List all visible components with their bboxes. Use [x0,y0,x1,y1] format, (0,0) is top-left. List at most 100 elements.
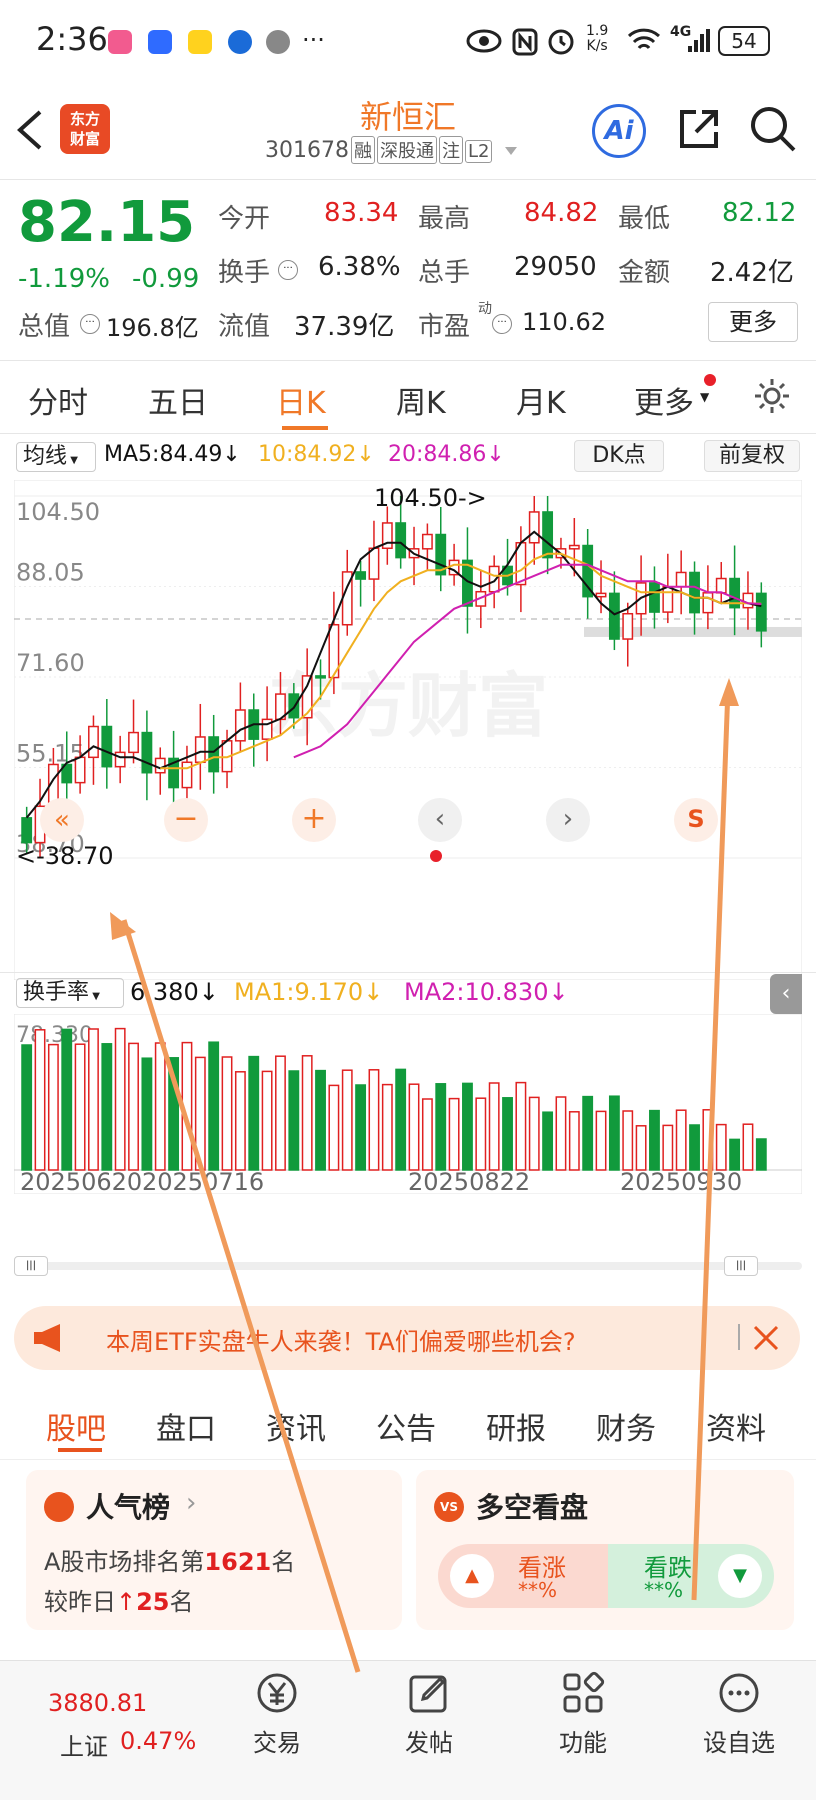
content-tabs: 股吧 盘口 资讯 公告 研报 财务 资料 [0,1390,816,1460]
volume-bar [74,1043,86,1171]
tab-profile[interactable]: 资料 [706,1404,766,1448]
volume-bar [421,1098,433,1171]
ma10-legend: 10:84.92↓ [258,442,375,467]
nav-trade[interactable]: 交易 [222,1671,332,1758]
candle [622,612,634,640]
tab-intraday[interactable]: 分时 [28,378,88,422]
nav-post[interactable]: 发帖 [374,1671,484,1758]
candle [715,577,727,594]
candle [88,725,99,759]
index-change[interactable]: 0.47% [120,1727,196,1755]
app-icon [148,30,172,54]
adjust-mode-button[interactable]: 前复权 [704,440,800,472]
divider [0,360,816,361]
volume-bar [168,1057,180,1171]
mktcap-label: 总值 [18,312,71,342]
volume-bar [301,1055,313,1171]
volume-bar [141,1057,153,1171]
chart-scrollbar[interactable] [14,1262,802,1270]
vol-ma2-legend: MA2:10.830↓ [404,978,569,1006]
scroll-left-button[interactable]: « [40,798,84,842]
tab-monthly-k[interactable]: 月K [516,378,566,422]
dk-point-button[interactable]: DK点 [574,440,664,472]
stock-code-line[interactable]: 301678 融深股通注 L2 [265,136,519,164]
info-icon[interactable]: ··· [492,314,512,334]
bottom-nav: 3880.81 上证 0.47% 交易 发帖 功能 设自选 [0,1660,816,1800]
triangle-down-icon: ▼ [718,1554,762,1598]
reset-view-icon[interactable]: S [674,798,718,842]
nav-add-watchlist[interactable]: 设自选 [684,1671,794,1758]
volume-bar [208,1041,220,1171]
close-icon[interactable] [752,1324,780,1352]
volume-bar [34,1029,46,1171]
volume-bar [47,1043,59,1171]
sentiment-card[interactable]: VS 多空看盘 ▲ 看涨 **% 看跌 **% ▼ [416,1470,794,1630]
volume-bar [649,1109,660,1171]
candle [74,756,86,784]
tab-more[interactable]: 更多 [634,378,694,422]
scroll-handle-right[interactable]: ||| [724,1256,758,1276]
candle [595,592,607,598]
zoom-in-button[interactable]: + [292,798,336,842]
search-icon[interactable] [748,104,798,154]
info-icon[interactable]: ··· [80,314,100,334]
alarm-icon [548,29,574,55]
notice-banner[interactable]: 本周ETF实盘牛人来袭！TA们偏爱哪些机会? [14,1306,800,1370]
bull-button[interactable]: ▲ 看涨 **% [438,1544,608,1608]
tab-guba[interactable]: 股吧 [46,1404,106,1448]
open-label: 今开 [218,204,271,234]
tag-connect: 深股通 [376,136,437,164]
tab-five-day[interactable]: 五日 [148,378,208,422]
index-name[interactable]: 上证 [60,1727,108,1762]
volume-bar [381,1083,393,1171]
indicator-select[interactable]: 换手率 ▼ [16,978,124,1008]
nav-functions[interactable]: 功能 [528,1671,638,1758]
zoom-out-button[interactable]: − [164,798,208,842]
more-quote-button[interactable]: 更多 [708,302,798,342]
change-percent: -1.19% [18,264,110,294]
ranking-icon [44,1492,74,1522]
volume-bar [662,1124,674,1171]
tab-weekly-k[interactable]: 周K [396,378,446,422]
volume-bar [462,1082,473,1171]
tab-financials[interactable]: 财务 [596,1404,656,1448]
tab-announcements[interactable]: 公告 [376,1404,436,1448]
candle [355,571,367,580]
edit-post-icon [409,1675,447,1713]
kline-chart-area[interactable]: 均线 ▼ MA5:84.49↓ 10:84.92↓ 20:84.86↓ DK点 … [0,434,816,1276]
volume-bar [622,1110,634,1171]
info-icon[interactable]: ··· [278,260,298,280]
bear-button[interactable]: 看跌 **% ▼ [608,1544,774,1608]
candle [101,725,113,768]
volume-bar [475,1097,487,1171]
scroll-handle-left[interactable]: ||| [14,1256,48,1276]
next-candle-button[interactable]: › [546,798,590,842]
kline-chart[interactable]: 104.5088.0571.6055.1538.70东方财富104.50-><-… [14,480,802,980]
volume-bar [261,1070,273,1171]
settings-gear-icon[interactable] [752,376,792,416]
index-value[interactable]: 3880.81 [48,1689,147,1717]
ai-button[interactable]: Ai [592,104,646,158]
candle [488,565,500,593]
volume-chart[interactable]: 78.33020250620 20250716 20250822 20250930 [14,1014,802,1194]
ma-select[interactable]: 均线 ▼ [16,442,96,472]
popularity-card[interactable]: 人气榜 › A股市场排名第1621名 较昨日↑25名 [26,1470,402,1630]
volume-bar [488,1082,500,1171]
tab-news[interactable]: 资讯 [266,1404,326,1448]
divider [0,972,816,973]
prev-candle-button[interactable]: ‹ [418,798,462,842]
tag-registered: 注 [438,136,463,164]
volume-bar [395,1068,407,1171]
volume-bar [368,1069,380,1171]
tab-daily-k[interactable]: 日K [276,378,326,422]
volume-bar [689,1124,700,1171]
collapse-panel-button[interactable]: ‹ [770,974,802,1014]
tab-order-book[interactable]: 盘口 [156,1404,216,1448]
caret-down-icon: ▼ [700,390,710,404]
share-icon[interactable] [676,106,722,152]
x-tick-label: 20250620 [20,1168,142,1194]
tab-research[interactable]: 研报 [486,1404,546,1448]
volume-bar [114,1027,126,1171]
candle [528,511,540,544]
candle [689,571,700,614]
